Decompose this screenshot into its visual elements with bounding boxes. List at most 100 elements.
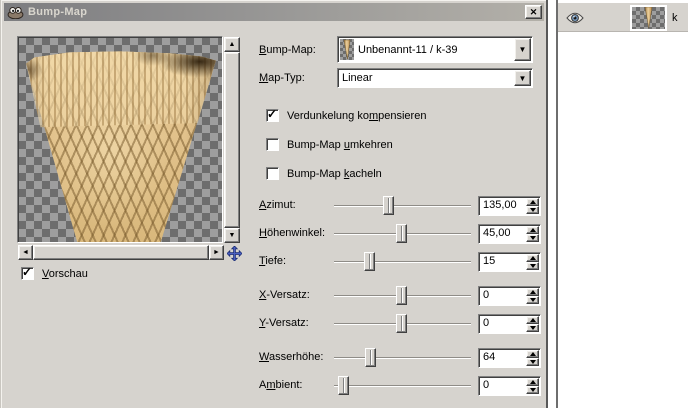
slider-row-hoehenwinkel: Höhenwinkel: 45,00 [1,224,549,244]
bumpmap-source-dropdown[interactable]: Unbenannt-11 / k-39 ▼ [337,36,533,63]
slider-row-y-versatz: Y-Versatz: 0 [1,314,549,334]
bumpmap-dropdown-button[interactable]: ▼ [514,38,531,61]
x-versatz-spinbox[interactable]: 0 [478,286,541,306]
ambient-value[interactable]: 0 [483,379,489,391]
spin-up-icon [529,380,536,384]
map-type-dropdown[interactable]: Linear ▼ [337,68,533,88]
azimut-slider[interactable] [334,196,471,215]
gimp-wilber-icon [7,6,24,19]
spin-down-icon [529,208,536,212]
close-icon: ✕ [529,6,538,17]
check-icon: ✓ [267,107,278,121]
invert-bumpmap-checkbox[interactable]: ✓ [266,138,279,151]
y-versatz-label: Y-Versatz: [259,317,309,329]
ambient-spin-up-button[interactable] [526,378,539,386]
tiefe-slider[interactable] [334,252,471,271]
spin-down-icon [529,298,536,302]
bumpmap-source-label: Bump-Map: [259,44,316,56]
visibility-eye-icon[interactable] [566,12,584,24]
close-button[interactable]: ✕ [525,5,542,19]
y-versatz-slider[interactable] [334,314,471,333]
compensate-darkening-checkbox[interactable]: ✓ [266,107,279,122]
dialog-title: Bump-Map [28,6,88,18]
scroll-up-button[interactable]: ▲ [224,37,240,52]
x-versatz-spin-down-button[interactable] [526,296,539,304]
x-versatz-spin-up-button[interactable] [526,288,539,296]
spin-down-icon [529,388,536,392]
hoehenwinkel-slider[interactable] [334,224,471,243]
tile-bumpmap-label[interactable]: Bump-Map kacheln [287,168,382,180]
layers-panel: k [556,0,688,408]
compensate-darkening-label[interactable]: Verdunkelung kompensieren [287,110,426,122]
azimut-label: Azimut: [259,199,296,211]
y-versatz-spin-down-button[interactable] [526,324,539,332]
tile-bumpmap-checkbox[interactable]: ✓ [266,167,279,180]
hoehenwinkel-spinbox[interactable]: 45,00 [478,224,541,244]
spin-up-icon [529,200,536,204]
spin-down-icon [529,264,536,268]
azimut-slider-thumb[interactable] [383,196,395,215]
bumpmap-thumbnail [340,39,354,60]
azimut-value[interactable]: 135,00 [483,199,517,211]
scroll-up-icon: ▲ [228,41,236,48]
tiefe-label: Tiefe: [259,255,287,267]
tiefe-slider-thumb[interactable] [364,252,376,271]
wasserhoehe-slider[interactable] [334,348,471,367]
hoehenwinkel-label: Höhenwinkel: [259,227,326,239]
screenshot-root: Bump-Map ✕ ▲ ▼ ◄ ► ✓ Vorschau Bump-Map: … [0,0,688,408]
map-type-dropdown-button[interactable]: ▼ [514,70,531,86]
spin-up-icon [529,256,536,260]
hoehenwinkel-slider-thumb[interactable] [395,224,407,243]
spin-down-icon [529,360,536,364]
azimut-spin-up-button[interactable] [526,198,539,206]
tiefe-value[interactable]: 15 [483,255,495,267]
y-versatz-spinbox[interactable]: 0 [478,314,541,334]
ambient-slider[interactable] [334,376,471,395]
y-versatz-slider-thumb[interactable] [395,314,407,333]
tiefe-spinbox[interactable]: 15 [478,252,541,272]
spin-down-icon [529,236,536,240]
map-type-value: Linear [342,72,373,84]
chevron-down-icon: ▼ [518,73,527,83]
invert-bumpmap-label[interactable]: Bump-Map umkehren [287,139,393,151]
wasserhoehe-value[interactable]: 64 [483,351,495,363]
azimut-spin-down-button[interactable] [526,206,539,214]
dialog-titlebar[interactable]: Bump-Map ✕ [4,3,544,21]
ambient-spinbox[interactable]: 0 [478,376,541,396]
wasserhoehe-spin-down-button[interactable] [526,358,539,366]
ambient-slider-thumb[interactable] [337,376,349,395]
hoehenwinkel-spin-up-button[interactable] [526,226,539,234]
map-type-label: Map-Typ: [259,72,305,84]
ambient-spin-down-button[interactable] [526,386,539,394]
wasserhoehe-spin-up-button[interactable] [526,350,539,358]
spin-down-icon [529,326,536,330]
bumpmap-source-value: Unbenannt-11 / k-39 [358,43,458,56]
spin-up-icon [529,352,536,356]
slider-row-wasserhoehe: Wasserhöhe: 64 [1,348,549,368]
hoehenwinkel-value[interactable]: 45,00 [483,227,511,239]
bumpmap-dialog: Bump-Map ✕ ▲ ▼ ◄ ► ✓ Vorschau Bump-Map: … [0,0,548,408]
chevron-down-icon: ▼ [518,45,527,54]
layer-name[interactable]: k [672,12,678,24]
x-versatz-slider-thumb[interactable] [395,286,407,305]
x-versatz-value[interactable]: 0 [483,289,489,301]
azimut-spinbox[interactable]: 135,00 [478,196,541,216]
slider-row-tiefe: Tiefe: 15 [1,252,549,272]
slider-row-azimut: Azimut: 135,00 [1,196,549,216]
wasserhoehe-label: Wasserhöhe: [259,351,324,363]
layer-thumbnail[interactable] [630,5,667,31]
tiefe-spin-down-button[interactable] [526,262,539,270]
y-versatz-value[interactable]: 0 [483,317,489,329]
hoehenwinkel-spin-down-button[interactable] [526,234,539,242]
spin-up-icon [529,318,536,322]
tiefe-spin-up-button[interactable] [526,254,539,262]
wasserhoehe-spinbox[interactable]: 64 [478,348,541,368]
x-versatz-slider[interactable] [334,286,471,305]
slider-row-ambient: Ambient: 0 [1,376,549,396]
x-versatz-label: X-Versatz: [259,289,310,301]
y-versatz-spin-up-button[interactable] [526,316,539,324]
wasserhoehe-slider-thumb[interactable] [365,348,377,367]
layer-row[interactable]: k [558,3,688,32]
spin-up-icon [529,228,536,232]
spin-up-icon [529,290,536,294]
